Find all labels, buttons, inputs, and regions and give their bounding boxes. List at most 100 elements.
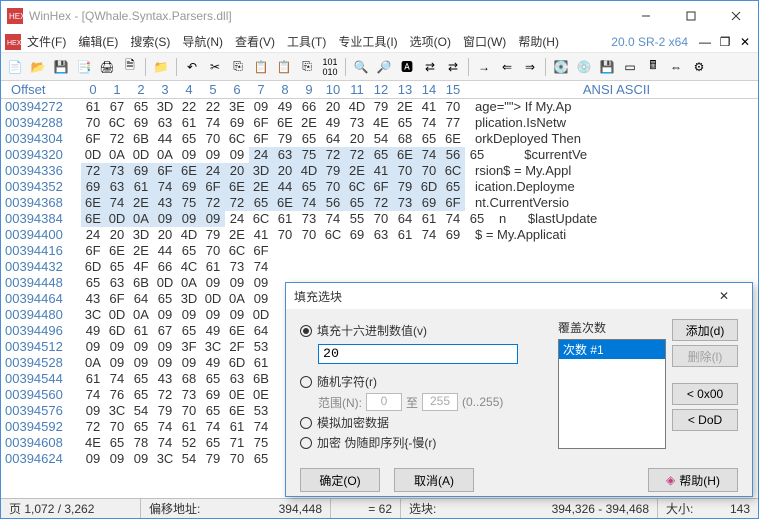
byte-cell[interactable]: 63 <box>105 179 129 195</box>
byte-cell[interactable]: 09 <box>177 211 201 227</box>
byte-cell[interactable]: 09 <box>225 147 249 163</box>
byte-cell[interactable]: 43 <box>153 371 177 387</box>
byte-cell[interactable]: 6D <box>105 323 129 339</box>
ascii-cell[interactable]: nt.CurrentVersio <box>465 195 569 211</box>
byte-cell[interactable]: 09 <box>225 307 249 323</box>
byte-cell[interactable]: 3C <box>105 403 129 419</box>
saveas-icon[interactable]: 📑 <box>74 57 94 77</box>
goto-icon[interactable]: → <box>474 57 494 77</box>
ascii-cell[interactable] <box>273 291 283 307</box>
cancel-button[interactable]: 取消(A) <box>394 468 474 492</box>
byte-cell[interactable]: 74 <box>201 419 225 435</box>
byte-cell[interactable]: 41 <box>369 163 393 179</box>
byte-cell[interactable]: 65 <box>369 147 393 163</box>
byte-cell[interactable]: 75 <box>297 147 321 163</box>
byte-cell[interactable]: 49 <box>273 99 297 115</box>
byte-cell[interactable]: 68 <box>393 131 417 147</box>
ascii-cell[interactable]: orkDeployed Then <box>465 131 581 147</box>
radio-fill-hex[interactable]: 填充十六进制数值(v) <box>300 322 546 339</box>
byte-cell[interactable]: 0D <box>105 211 129 227</box>
byte-cell[interactable]: 49 <box>321 115 345 131</box>
copy-icon[interactable]: ⎘ <box>228 57 248 77</box>
byte-cell[interactable]: 44 <box>153 131 177 147</box>
byte-cell[interactable]: 09 <box>225 275 249 291</box>
byte-cell[interactable]: 09 <box>105 355 129 371</box>
byte-cell[interactable]: 4D <box>297 163 321 179</box>
back-icon[interactable]: ⇐ <box>497 57 517 77</box>
byte-cell[interactable]: 0A <box>177 275 201 291</box>
byte-cell[interactable]: 65 <box>153 291 177 307</box>
byte-cell[interactable]: 4C <box>177 259 201 275</box>
byte-cell[interactable]: 09 <box>153 211 177 227</box>
byte-cell[interactable]: 09 <box>201 147 225 163</box>
byte-cell[interactable]: 4D <box>345 99 369 115</box>
byte-cell[interactable]: 74 <box>297 195 321 211</box>
byte-cell[interactable]: 6E <box>105 243 129 259</box>
preset-dod-button[interactable]: < DoD <box>672 409 738 431</box>
menu-nav[interactable]: 导航(N) <box>176 31 229 52</box>
byte-cell[interactable]: 0D <box>201 291 225 307</box>
findhex-icon[interactable]: 🔎 <box>374 57 394 77</box>
byte-cell[interactable]: 70 <box>369 211 393 227</box>
undo-icon[interactable]: ↶ <box>182 57 202 77</box>
byte-cell[interactable]: 43 <box>153 195 177 211</box>
byte-cell[interactable]: 52 <box>177 435 201 451</box>
add-button[interactable]: 添加(d) <box>672 319 738 341</box>
open-icon[interactable]: 📂 <box>28 57 48 77</box>
byte-cell[interactable]: 0A <box>105 147 129 163</box>
byte-cell[interactable]: 2E <box>297 115 321 131</box>
byte-cell[interactable]: 20 <box>321 99 345 115</box>
byte-cell[interactable]: 6F <box>153 163 177 179</box>
byte-cell[interactable]: 20 <box>153 227 177 243</box>
help-button[interactable]: ◈ 帮助(H) <box>648 468 738 492</box>
cmp-icon[interactable]: ⇔ <box>666 57 686 77</box>
byte-cell[interactable]: 09 <box>81 339 105 355</box>
byte-cell[interactable]: 20 <box>105 227 129 243</box>
print-icon[interactable]: 🖨 <box>97 57 117 77</box>
byte-cell[interactable]: 6C <box>345 179 369 195</box>
byte-cell[interactable]: 72 <box>201 195 225 211</box>
byte-cell[interactable]: 24 <box>81 227 105 243</box>
byte-cell[interactable]: 09 <box>249 99 273 115</box>
hex-row[interactable]: 0039440024203D204D792E4170706C6963617469… <box>1 227 758 243</box>
byte-cell[interactable]: 09 <box>129 355 153 371</box>
bin-icon[interactable]: 101010 <box>320 57 340 77</box>
replace2-icon[interactable]: ⇄ <box>443 57 463 77</box>
byte-cell[interactable]: 65 <box>105 435 129 451</box>
byte-cell[interactable]: 6F <box>249 131 273 147</box>
byte-cell[interactable]: 75 <box>177 195 201 211</box>
byte-cell[interactable]: 09 <box>201 211 225 227</box>
byte-cell[interactable]: 68 <box>177 371 201 387</box>
ascii-cell[interactable] <box>273 403 283 419</box>
byte-cell[interactable]: 6C <box>441 163 465 179</box>
byte-cell[interactable]: 79 <box>273 131 297 147</box>
byte-cell[interactable]: 0D <box>81 147 105 163</box>
byte-cell[interactable]: 09 <box>153 307 177 323</box>
byte-cell[interactable]: 09 <box>105 339 129 355</box>
byte-cell[interactable]: 6F <box>369 179 393 195</box>
minimize-button[interactable] <box>623 1 668 31</box>
menu-edit[interactable]: 编辑(E) <box>72 31 124 52</box>
byte-cell[interactable]: 0D <box>153 275 177 291</box>
byte-cell[interactable]: 49 <box>201 323 225 339</box>
hex-row[interactable]: 003943846E0D0A090909246C6173745570646174… <box>1 211 758 227</box>
byte-cell[interactable]: 69 <box>129 115 153 131</box>
byte-cell[interactable]: 0A <box>129 211 153 227</box>
ascii-cell[interactable] <box>273 339 283 355</box>
ascii-cell[interactable] <box>273 387 283 403</box>
hex-row[interactable]: 003943367273696F6E24203D204D792E4170706C… <box>1 163 758 179</box>
byte-cell[interactable]: 20 <box>345 131 369 147</box>
hex-row[interactable]: 003943046F726B4465706C6F796564205468656E… <box>1 131 758 147</box>
byte-cell[interactable]: 67 <box>105 99 129 115</box>
byte-cell[interactable]: 65 <box>177 243 201 259</box>
byte-cell[interactable]: 22 <box>201 99 225 115</box>
byte-cell[interactable]: 2E <box>249 179 273 195</box>
menu-protools[interactable]: 专业工具(I) <box>332 31 403 52</box>
byte-cell[interactable]: 6E <box>177 163 201 179</box>
byte-cell[interactable]: 70 <box>393 163 417 179</box>
dialog-titlebar[interactable]: 填充选块 ✕ <box>286 283 752 309</box>
ascii-cell[interactable] <box>273 307 283 323</box>
byte-cell[interactable]: 70 <box>273 227 297 243</box>
close-button[interactable] <box>713 1 758 31</box>
byte-cell[interactable]: 79 <box>369 99 393 115</box>
